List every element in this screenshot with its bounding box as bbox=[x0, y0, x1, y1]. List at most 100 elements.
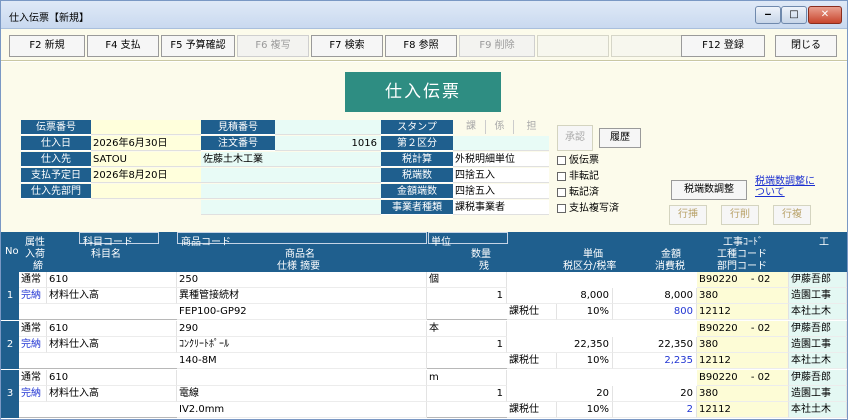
f12-register-button[interactable]: F12 登録 bbox=[681, 35, 765, 57]
cell-shohin-code[interactable]: 250 bbox=[177, 272, 427, 288]
cell-shohin-name[interactable]: 異種管接続材 bbox=[177, 288, 427, 304]
cell-rate[interactable]: 10% bbox=[557, 353, 613, 369]
cell-koshu-n[interactable]: 造園工事 bbox=[789, 337, 847, 353]
f5-budget-check-button[interactable]: F5 予算確認 bbox=[161, 35, 235, 57]
history-button[interactable]: 履歴 bbox=[599, 128, 641, 148]
cell-rate[interactable]: 10% bbox=[557, 304, 613, 320]
cell-suryo[interactable]: 1 bbox=[427, 288, 507, 304]
close-form-button[interactable]: 閉じる bbox=[775, 35, 837, 57]
cell-koji[interactable]: B90220 - 02 bbox=[697, 272, 789, 288]
close-button[interactable]: ✕ bbox=[808, 6, 842, 24]
cell-koji[interactable]: B90220 - 02 bbox=[697, 370, 789, 386]
kingaku-hasu-field[interactable]: 四捨五入 bbox=[453, 184, 549, 199]
cell-koshu[interactable]: 380 bbox=[697, 386, 789, 402]
cell-shiyo[interactable]: FEP100-GP92 bbox=[177, 304, 427, 320]
cell-tanka[interactable]: 22,350 bbox=[507, 337, 613, 353]
cell-tanka[interactable]: 20 bbox=[507, 386, 613, 402]
cell-kingaku[interactable]: 22,350 bbox=[613, 337, 697, 353]
cell-shohin-name[interactable]: ｺﾝｸﾘｰﾄﾎﾟｰﾙ bbox=[177, 337, 427, 353]
zei-hasu-field[interactable]: 四捨五入 bbox=[453, 168, 549, 183]
row-copy-button[interactable]: 行複 bbox=[773, 205, 811, 225]
check-tenkizumi[interactable]: 転記済 bbox=[557, 185, 599, 200]
row-delete-button[interactable]: 行削 bbox=[721, 205, 759, 225]
cell-zei[interactable]: 課税仕 bbox=[507, 402, 557, 418]
cell-tax[interactable]: 2 bbox=[613, 402, 697, 418]
cell-tanka[interactable]: 8,000 bbox=[507, 288, 613, 304]
cell-tani[interactable]: 個 bbox=[427, 272, 507, 288]
cell-koji-n[interactable]: 伊藤吾郎 bbox=[789, 321, 847, 337]
cell-nyuka[interactable]: 完納 bbox=[19, 288, 47, 304]
denpyo-bango-label: 伝票番号 bbox=[21, 120, 91, 135]
cell-kingaku[interactable]: 8,000 bbox=[613, 288, 697, 304]
f2-new-button[interactable]: F2 新規 bbox=[9, 35, 85, 57]
cell-kamoku-name[interactable]: 材料仕入高 bbox=[47, 288, 177, 304]
jigyosha-field[interactable]: 課税事業者 bbox=[453, 200, 549, 215]
shiire-bi-field[interactable]: 2026年6月30日 bbox=[91, 136, 201, 151]
cell-zei[interactable]: 課税仕 bbox=[507, 304, 557, 320]
cell-shohin-name[interactable]: 電線 bbox=[177, 386, 427, 402]
cell-bumon-n[interactable]: 本社土木 bbox=[789, 304, 847, 320]
chumon-bango-field[interactable]: 1016 bbox=[275, 136, 381, 151]
dai2-kubun-field[interactable] bbox=[453, 136, 549, 151]
minimize-button[interactable]: ‒ bbox=[755, 6, 781, 24]
cell-suryo[interactable]: 1 bbox=[427, 337, 507, 353]
approval-button[interactable]: 承認 bbox=[557, 125, 593, 151]
cell-zokusei[interactable]: 通常 bbox=[19, 272, 47, 288]
check-kari-denpyo[interactable]: 仮伝票 bbox=[557, 153, 599, 168]
f7-search-button[interactable]: F7 検索 bbox=[311, 35, 383, 57]
cell-suryo[interactable]: 1 bbox=[427, 386, 507, 402]
shiharai-yotei-field[interactable]: 2026年8月20日 bbox=[91, 168, 201, 183]
f9-delete-button[interactable]: F9 削除 bbox=[459, 35, 535, 57]
cell-koji[interactable]: B90220 - 02 bbox=[697, 321, 789, 337]
cell-bumon[interactable]: 12112 bbox=[697, 402, 789, 418]
cell-tax[interactable]: 800 bbox=[613, 304, 697, 320]
cell-tani[interactable]: m bbox=[427, 370, 507, 386]
cell-rate[interactable]: 10% bbox=[557, 402, 613, 418]
f6-copy-button[interactable]: F6 複写 bbox=[237, 35, 309, 57]
chumon-bango-label: 注文番号 bbox=[201, 136, 275, 151]
cell-bumon-n[interactable]: 本社土木 bbox=[789, 353, 847, 369]
cell-koshu[interactable]: 380 bbox=[697, 288, 789, 304]
f8-reference-button[interactable]: F8 参照 bbox=[385, 35, 457, 57]
cell-koshu[interactable]: 380 bbox=[697, 337, 789, 353]
table-row[interactable]: 3 通常 完納 610 材料仕入高 電線 IV2.0mm m 1 20 課税仕 10% 20 2 B9022… bbox=[1, 370, 847, 418]
cell-nyuka[interactable]: 完納 bbox=[19, 386, 47, 402]
shiire-saki-code-field[interactable]: SATOU bbox=[91, 152, 201, 167]
denpyo-bango-field[interactable] bbox=[91, 120, 201, 135]
cell-bumon-n[interactable]: 本社土木 bbox=[789, 402, 847, 418]
cell-bumon[interactable]: 12112 bbox=[697, 304, 789, 320]
maximize-button[interactable]: □ bbox=[781, 6, 807, 24]
table-row[interactable]: 1 通常 完納 610 材料仕入高 250 異種管接続材 FEP100-GP92 個 1 8,000… bbox=[1, 272, 847, 320]
cell-nyuka[interactable]: 完納 bbox=[19, 337, 47, 353]
check-shiharai-fukusha[interactable]: 支払複写済 bbox=[557, 201, 619, 216]
cell-kamoku-code[interactable]: 610 bbox=[47, 272, 177, 288]
tax-adjust-button[interactable]: 税端数調整 bbox=[671, 180, 747, 200]
cell-shohin-code[interactable] bbox=[177, 370, 427, 386]
cell-kingaku[interactable]: 20 bbox=[613, 386, 697, 402]
f4-payment-button[interactable]: F4 支払 bbox=[87, 35, 159, 57]
check-hitenki[interactable]: 非転記 bbox=[557, 169, 599, 184]
cell-koji-n[interactable]: 伊藤吾郎 bbox=[789, 370, 847, 386]
cell-shiyo[interactable]: 140-8M bbox=[177, 353, 427, 369]
cell-tax[interactable]: 2,235 bbox=[613, 353, 697, 369]
cell-koji-n[interactable]: 伊藤吾郎 bbox=[789, 272, 847, 288]
cell-shiyo[interactable]: IV2.0mm bbox=[177, 402, 427, 418]
cell-shohin-code[interactable]: 290 bbox=[177, 321, 427, 337]
cell-kamoku-code[interactable]: 610 bbox=[47, 321, 177, 337]
tax-adjust-help-link[interactable]: 税端数調整について bbox=[755, 176, 815, 198]
zei-keisan-field[interactable]: 外税明細単位 bbox=[453, 152, 549, 167]
cell-zokusei[interactable]: 通常 bbox=[19, 370, 47, 386]
shiire-saki-bumon-field[interactable] bbox=[91, 184, 201, 199]
cell-kamoku-name[interactable]: 材料仕入高 bbox=[47, 386, 177, 402]
cell-kamoku-code[interactable]: 610 bbox=[47, 370, 177, 386]
row-insert-button[interactable]: 行挿 bbox=[669, 205, 707, 225]
mitsumori-bango-field[interactable] bbox=[275, 120, 381, 135]
cell-zei[interactable]: 課税仕 bbox=[507, 353, 557, 369]
cell-tani[interactable]: 本 bbox=[427, 321, 507, 337]
cell-zokusei[interactable]: 通常 bbox=[19, 321, 47, 337]
cell-kamoku-name[interactable]: 材料仕入高 bbox=[47, 337, 177, 353]
cell-koshu-n[interactable]: 造園工事 bbox=[789, 386, 847, 402]
cell-bumon[interactable]: 12112 bbox=[697, 353, 789, 369]
cell-koshu-n[interactable]: 造園工事 bbox=[789, 288, 847, 304]
table-row[interactable]: 2 通常 完納 610 材料仕入高 290 ｺﾝｸﾘｰﾄﾎﾟｰﾙ 140-8M 本 1 22,350… bbox=[1, 321, 847, 369]
